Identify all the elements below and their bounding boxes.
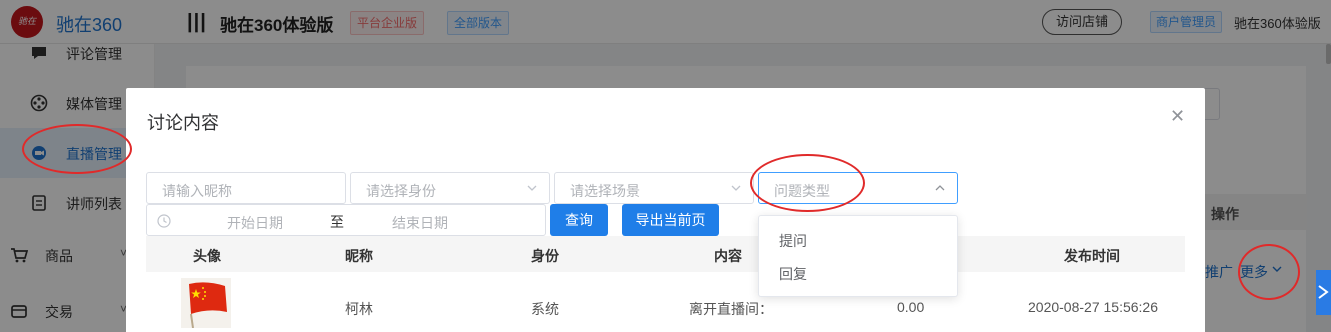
date-range-picker[interactable]: 开始日期 至 结束日期 <box>146 204 546 236</box>
row-identity: 系统 <box>531 301 559 317</box>
query-button[interactable]: 查询 <box>550 204 608 236</box>
scene-select[interactable]: 请选择场景 <box>554 172 754 204</box>
annotation-circle-live <box>22 124 132 174</box>
column-header-avatar: 头像 <box>193 248 221 264</box>
row-nickname: 柯林 <box>345 301 373 317</box>
option-question[interactable]: 提问 <box>779 231 807 251</box>
row-content: 离开直播间： <box>689 301 773 317</box>
clock-icon <box>157 214 171 228</box>
date-separator: 至 <box>330 214 344 230</box>
close-icon[interactable]: ✕ <box>1170 106 1185 127</box>
export-current-page-button[interactable]: 导出当前页 <box>622 204 719 236</box>
column-header-published-time: 发布时间 <box>1064 248 1120 264</box>
nickname-placeholder: 请输入昵称 <box>162 183 232 199</box>
chevron-icon <box>1318 285 1329 299</box>
chevron-down-icon <box>731 185 741 191</box>
scene-placeholder: 请选择场景 <box>570 183 640 199</box>
discussion-modal: 讨论内容 ✕ 请输入昵称 请选择身份 请选择场景 问题类型 开始日期 至 结束日… <box>126 88 1205 332</box>
option-reply[interactable]: 回复 <box>779 264 807 284</box>
chevron-up-icon <box>935 185 945 191</box>
annotation-circle-question-type <box>750 154 865 212</box>
identity-placeholder: 请选择身份 <box>366 183 436 199</box>
question-type-dropdown: 提问 回复 <box>758 215 958 297</box>
modal-title: 讨论内容 <box>147 113 219 133</box>
annotation-circle-more <box>1238 244 1300 300</box>
start-date-placeholder: 开始日期 <box>227 215 283 231</box>
identity-select[interactable]: 请选择身份 <box>350 172 550 204</box>
floating-chat-button[interactable] <box>1316 270 1331 315</box>
column-header-identity: 身份 <box>531 248 559 264</box>
row-published-time: 2020-08-27 15:56:26 <box>1028 299 1158 315</box>
nickname-input[interactable]: 请输入昵称 <box>146 172 346 204</box>
table-header <box>146 236 1185 272</box>
end-date-placeholder: 结束日期 <box>392 215 448 231</box>
row-amount: 0.00 <box>897 299 925 315</box>
chevron-down-icon <box>527 185 537 191</box>
column-header-content: 内容 <box>714 248 742 264</box>
column-header-nickname: 昵称 <box>345 248 373 264</box>
user-avatar[interactable] <box>181 278 231 328</box>
